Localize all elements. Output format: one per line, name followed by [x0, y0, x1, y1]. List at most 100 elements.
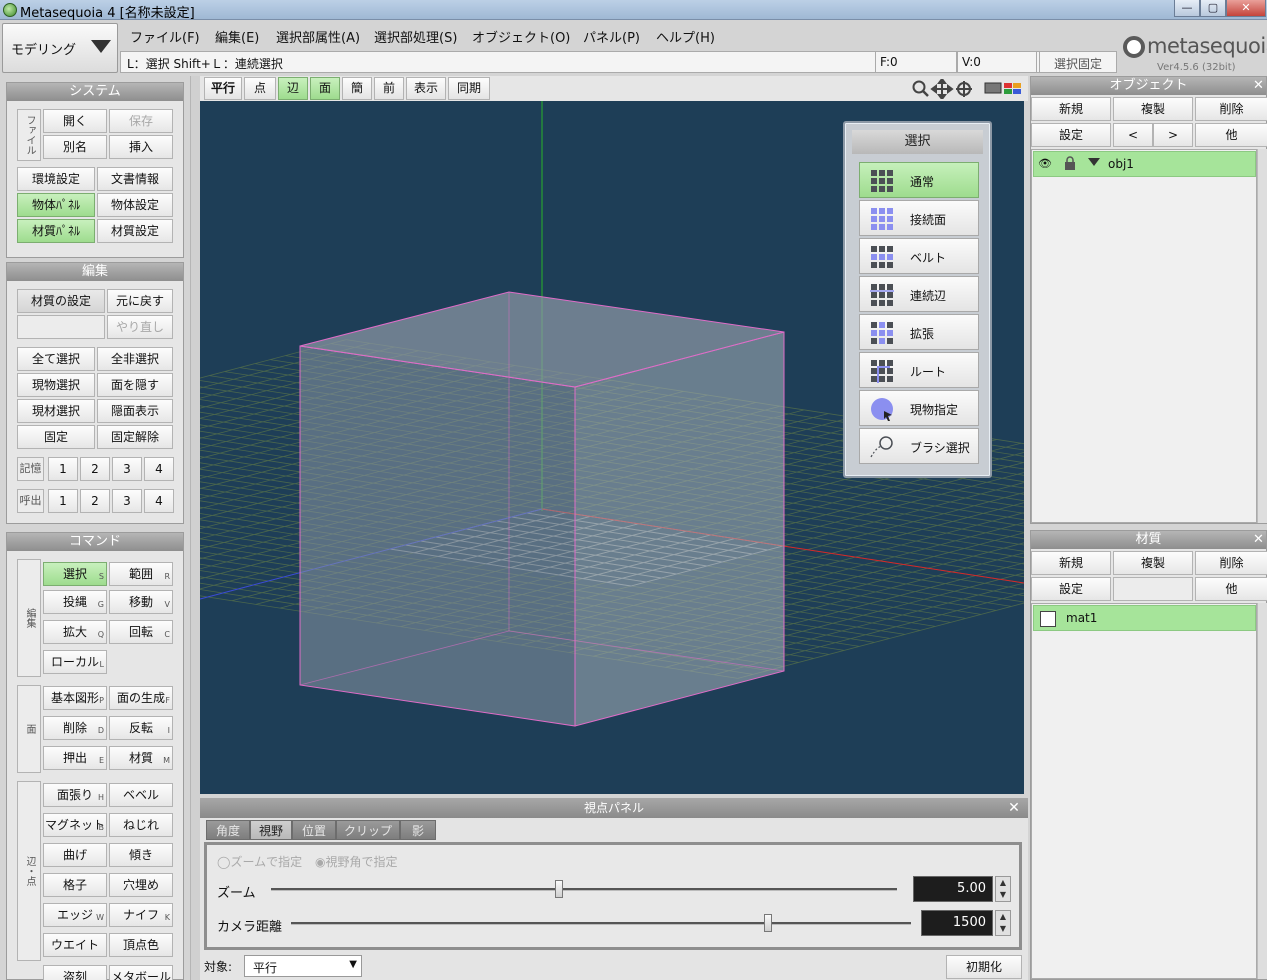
camera-distance-slider[interactable] — [291, 922, 911, 925]
memory-slot-1[interactable]: 1 — [48, 457, 78, 481]
scale-command-button[interactable]: 拡大 Q — [43, 620, 107, 644]
edge-command-button[interactable]: エッジ W — [43, 903, 107, 927]
view-panel-close-icon[interactable]: ✕ — [1006, 800, 1022, 816]
object-panel-close-icon[interactable]: ✕ — [1253, 78, 1264, 93]
lasso-command-button[interactable]: 投縄 G — [43, 590, 107, 614]
camera-distance-field[interactable]: 1500 — [921, 910, 993, 936]
unlock-button[interactable]: 固定解除 — [97, 425, 173, 449]
save-button[interactable]: 保存 — [109, 109, 173, 133]
flip-command-button[interactable]: 反転 I — [109, 716, 173, 740]
insert-button[interactable]: 挿入 — [109, 135, 173, 159]
view-navigation-icons[interactable] — [912, 79, 976, 99]
expand-triangle-icon[interactable] — [1088, 158, 1100, 166]
recall-slot-1[interactable]: 1 — [48, 489, 78, 513]
object-delete-button[interactable]: 削除 — [1195, 97, 1267, 121]
target-select[interactable]: 平行 ▼ — [244, 955, 362, 977]
range-command-button[interactable]: 範囲 R — [109, 562, 173, 586]
open-button[interactable]: 開く — [43, 109, 107, 133]
create-face-command-button[interactable]: 面の生成 F — [109, 686, 173, 710]
tab-shadow[interactable]: 影 — [400, 820, 436, 840]
object-prev-button[interactable]: < — [1113, 123, 1153, 147]
material-other-button[interactable]: 他 — [1195, 577, 1267, 601]
zoom-slider-handle[interactable] — [554, 880, 563, 898]
display-button[interactable]: 表示 — [406, 77, 446, 100]
menu-help[interactable]: ヘルプ(H) — [656, 27, 715, 46]
object-panel-toggle[interactable]: 物体ﾊﾟﾈﾙ — [17, 193, 95, 217]
vertex-mode-button[interactable]: 点 — [244, 77, 276, 100]
show-hidden-button[interactable]: 隠面表示 — [97, 399, 173, 423]
reset-button[interactable]: 初期化 — [946, 955, 1022, 979]
delete-command-button[interactable]: 削除 D — [43, 716, 107, 740]
close-button[interactable]: ✕ — [1226, 0, 1266, 17]
doc-info-button[interactable]: 文書情報 — [97, 167, 173, 191]
metaball-command-button[interactable]: メタボール — [109, 965, 173, 980]
rotate-command-button[interactable]: 回転 C — [109, 620, 173, 644]
object-other-button[interactable]: 他 — [1195, 123, 1267, 147]
restore-button[interactable]: ▢ — [1200, 0, 1226, 17]
list-item[interactable]: mat1 — [1033, 605, 1256, 631]
material-settings-button[interactable]: 設定 — [1031, 577, 1111, 601]
fov-radio[interactable]: ◉視野角で指定 — [315, 853, 398, 870]
camera-distance-slider-handle[interactable] — [764, 914, 773, 932]
menu-panel[interactable]: パネル(P) — [583, 27, 640, 46]
lock-icon[interactable] — [1064, 156, 1076, 170]
memory-slot-4[interactable]: 4 — [144, 457, 174, 481]
zoom-slider[interactable] — [271, 888, 897, 891]
fill-hole-command-button[interactable]: 穴埋め — [109, 873, 173, 897]
env-settings-button[interactable]: 環境設定 — [17, 167, 95, 191]
material-color-swatch[interactable] — [1040, 611, 1056, 627]
magnet-command-button[interactable]: マグネット B — [43, 813, 107, 837]
screen-layout-icon[interactable] — [984, 81, 1024, 97]
object-next-button[interactable]: > — [1153, 123, 1193, 147]
material-panel-close-icon[interactable]: ✕ — [1253, 532, 1264, 547]
bend-command-button[interactable]: 曲げ — [43, 843, 107, 867]
material-list-scrollbar[interactable] — [1257, 603, 1267, 979]
sync-button[interactable]: 同期 — [448, 77, 490, 100]
object-new-button[interactable]: 新規 — [1031, 97, 1111, 121]
tab-clip[interactable]: クリップ — [336, 820, 400, 840]
select-connected-button[interactable]: 接続面 — [859, 200, 979, 236]
menu-edit[interactable]: 編集(E) — [215, 27, 259, 46]
object-settings-button[interactable]: 設定 — [1031, 123, 1111, 147]
select-edge-loop-button[interactable]: 連続辺 — [859, 276, 979, 312]
select-current-object-button[interactable]: 現物選択 — [17, 373, 95, 397]
material-list[interactable]: mat1 — [1031, 603, 1257, 979]
camera-distance-spinner[interactable]: ▲ ▼ — [995, 910, 1011, 936]
material-settings-button[interactable]: 材質設定 — [97, 219, 173, 243]
move-command-button[interactable]: 移動 V — [109, 590, 173, 614]
weight-command-button[interactable]: ウエイト — [43, 933, 107, 957]
zoom-value-field[interactable]: 5.00 — [913, 876, 993, 902]
material-command-button[interactable]: 材質 M — [109, 746, 173, 770]
partial-command-button[interactable]: 盗刻 — [43, 965, 107, 980]
minimize-button[interactable]: — — [1174, 0, 1200, 17]
edge-mode-button[interactable]: 辺 — [278, 77, 308, 100]
material-new-button[interactable]: 新規 — [1031, 551, 1111, 575]
primitive-command-button[interactable]: 基本図形 P — [43, 686, 107, 710]
object-duplicate-button[interactable]: 複製 — [1113, 97, 1193, 121]
select-fix-button[interactable]: 選択固定 — [1039, 51, 1117, 73]
redo-button[interactable]: やり直し — [107, 315, 173, 339]
menu-selection-process[interactable]: 選択部処理(S) — [374, 27, 457, 46]
object-list[interactable]: 👁 obj1 — [1031, 149, 1257, 523]
select-current-material-button[interactable]: 現材選択 — [17, 399, 95, 423]
undo-button[interactable]: 元に戻す — [107, 289, 173, 313]
save-as-button[interactable]: 別名 — [43, 135, 107, 159]
recall-slot-3[interactable]: 3 — [112, 489, 142, 513]
lock-button[interactable]: 固定 — [17, 425, 95, 449]
select-normal-button[interactable]: 通常 — [859, 162, 979, 198]
lattice-command-button[interactable]: 格子 — [43, 873, 107, 897]
face-mode-button[interactable]: 面 — [310, 77, 340, 100]
select-all-button[interactable]: 全て選択 — [17, 347, 95, 371]
recall-slot-4[interactable]: 4 — [144, 489, 174, 513]
paste-face-command-button[interactable]: 面張り H — [43, 783, 107, 807]
simple-view-button[interactable]: 簡 — [342, 77, 372, 100]
select-expand-button[interactable]: 拡張 — [859, 314, 979, 350]
object-list-scrollbar[interactable] — [1257, 149, 1267, 523]
list-item[interactable]: 👁 obj1 — [1033, 151, 1256, 177]
select-brush-button[interactable]: ブラシ選択 — [859, 428, 979, 464]
select-object-button[interactable]: 現物指定 — [859, 390, 979, 426]
menu-file[interactable]: ファイル(F) — [130, 27, 200, 46]
select-belt-button[interactable]: ベルト — [859, 238, 979, 274]
object-settings-button[interactable]: 物体設定 — [97, 193, 173, 217]
projection-button[interactable]: 平行 — [204, 77, 242, 100]
